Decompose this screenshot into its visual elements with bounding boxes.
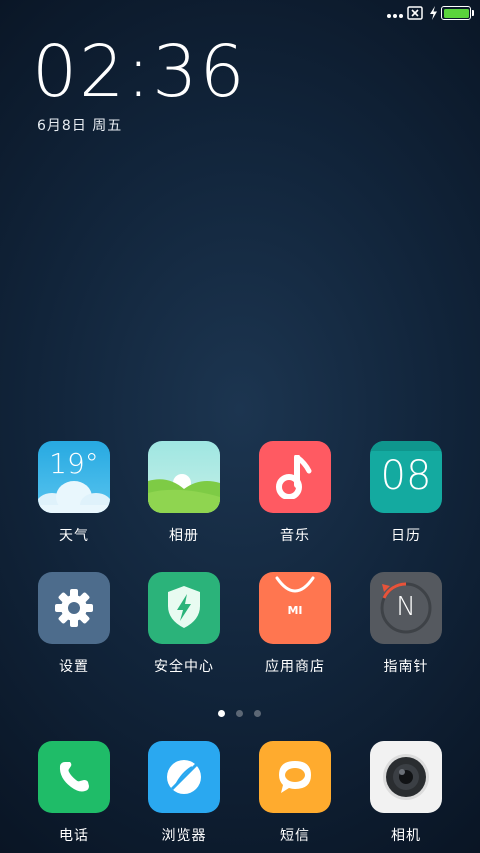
app-label: 短信 (280, 828, 310, 844)
clock-date: 6月8日 周五 (37, 118, 123, 134)
gear-icon (38, 572, 110, 644)
app-music[interactable]: 音乐 (250, 441, 340, 545)
app-gallery[interactable]: 相册 (139, 441, 229, 545)
compass-north: N (396, 592, 416, 622)
shopping-bag-icon: MI (259, 572, 331, 644)
page-dot[interactable] (236, 710, 243, 717)
app-label: 浏览器 (161, 828, 207, 844)
app-label: 音乐 (280, 528, 310, 544)
page-indicator (218, 702, 272, 721)
store-logo-text: MI (287, 604, 303, 617)
status-bar (0, 0, 480, 28)
app-label: 应用商店 (265, 659, 325, 675)
battery-tip (472, 10, 474, 16)
shield-bolt-icon (148, 572, 220, 644)
clock-time: 02:36 (32, 30, 247, 113)
app-weather[interactable]: 19° 天气 (29, 441, 119, 545)
music-note-icon (259, 441, 331, 513)
dock-camera[interactable]: 相机 (361, 741, 451, 845)
dock-messages[interactable]: 短信 (250, 741, 340, 845)
weather-temperature: 19° (49, 447, 99, 480)
app-store[interactable]: MI 应用商店 (250, 572, 340, 676)
phone-icon (38, 741, 110, 813)
app-calendar[interactable]: 08 日历 (361, 441, 451, 545)
app-label: 天气 (59, 528, 89, 544)
calendar-icon: 08 (370, 441, 442, 513)
app-label: 相机 (391, 828, 421, 844)
battery-icon (441, 6, 471, 20)
app-compass[interactable]: N 指南针 (361, 572, 451, 676)
app-settings[interactable]: 设置 (29, 572, 119, 676)
gallery-icon (148, 441, 220, 513)
dock-browser[interactable]: 浏览器 (139, 741, 229, 845)
no-sim-icon (407, 6, 423, 20)
page-dot[interactable] (254, 710, 261, 717)
charging-bolt-icon (430, 6, 437, 20)
more-notifications-icon (387, 10, 405, 18)
calendar-day: 08 (380, 453, 432, 499)
app-security[interactable]: 安全中心 (139, 572, 229, 676)
app-label: 设置 (59, 659, 89, 675)
message-icon (259, 741, 331, 813)
app-label: 相册 (169, 528, 199, 544)
dock-phone[interactable]: 电话 (29, 741, 119, 845)
app-label: 安全中心 (154, 659, 214, 675)
compass-icon: N (370, 572, 442, 644)
app-label: 指南针 (383, 659, 429, 675)
camera-icon (370, 741, 442, 813)
browser-icon (148, 741, 220, 813)
app-label: 日历 (391, 528, 421, 544)
weather-icon: 19° (38, 441, 110, 513)
page-dot[interactable] (218, 710, 225, 717)
app-label: 电话 (59, 828, 89, 844)
